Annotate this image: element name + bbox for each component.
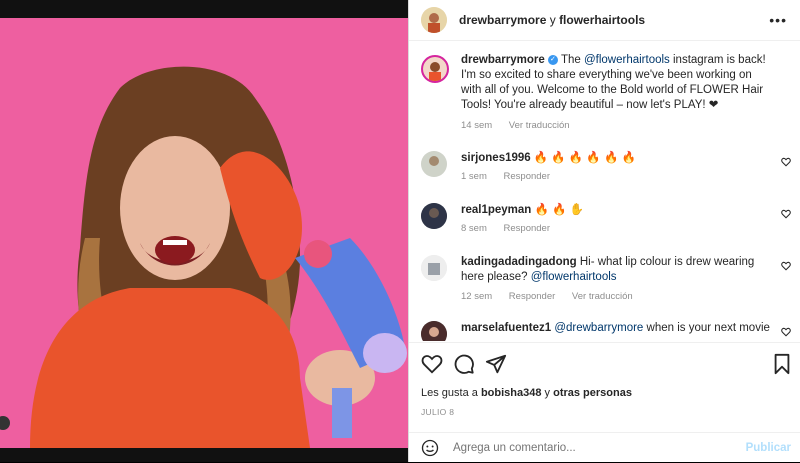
caption-text: drewbarrymore ✓ The @flowerhairtools ins…	[461, 53, 771, 113]
comment-meta: 8 sem Responder	[461, 223, 564, 234]
comment-reply[interactable]: Responder	[509, 291, 555, 302]
comment-text: real1peyman 🔥 🔥 ✋	[461, 203, 771, 218]
comment-text: marselafuentez1 @drewbarrymore when is y…	[461, 321, 771, 336]
post-photo[interactable]	[0, 0, 408, 462]
comment-body: 🔥 🔥 ✋	[534, 204, 584, 216]
header-avatar[interactable]	[421, 7, 447, 33]
comment-avatar[interactable]	[421, 151, 447, 177]
header-title: drewbarrymore y flowerhairtools	[459, 13, 645, 27]
like-comment-icon[interactable]	[781, 327, 791, 337]
caption-mention[interactable]: @flowerhairtools	[584, 54, 670, 66]
comment-age[interactable]: 12 sem	[461, 291, 492, 302]
comment-item: real1peyman 🔥 🔥 ✋ 8 sem Responder	[409, 201, 800, 241]
like-comment-icon[interactable]	[781, 157, 791, 167]
comment-input[interactable]	[453, 442, 713, 454]
comment-meta: 12 sem Responder Ver traducción	[461, 291, 647, 302]
comment-text: kadingadadingadong Hi- what lip colour i…	[461, 255, 771, 285]
comment-avatar[interactable]	[421, 203, 447, 229]
comment-username[interactable]: sirjones1996	[461, 152, 531, 164]
comment-reply[interactable]: Responder	[504, 223, 550, 234]
like-heart-icon[interactable]	[421, 353, 443, 375]
post-button[interactable]: Publicar	[746, 442, 791, 454]
comments-list[interactable]: drewbarrymore ✓ The @flowerhairtools ins…	[409, 41, 800, 341]
comment-meta: 1 sem Responder	[461, 171, 564, 182]
comment-body: when is your next movie	[646, 322, 770, 334]
comment-translate[interactable]: Ver traducción	[572, 291, 633, 302]
more-options-icon[interactable]: •••	[769, 12, 787, 28]
portrait-illustration	[30, 66, 407, 448]
verified-icon: ✓	[547, 54, 558, 65]
header-joiner: y	[549, 13, 556, 27]
header-user1[interactable]: drewbarrymore	[459, 13, 546, 27]
caption-meta: 14 sem Ver traducción	[461, 120, 584, 131]
post-actions: Les gusta a bobisha348 y otras personas …	[409, 342, 800, 433]
header-user2[interactable]: flowerhairtools	[559, 13, 645, 27]
likes-mid: y	[544, 387, 551, 399]
comment-mention[interactable]: @drewbarrymore	[554, 322, 643, 334]
comment-item: sirjones1996 🔥 🔥 🔥 🔥 🔥 🔥 1 sem Responder	[409, 149, 800, 189]
comment-avatar[interactable]	[421, 321, 447, 341]
comment-age[interactable]: 8 sem	[461, 223, 487, 234]
comment-text: sirjones1996 🔥 🔥 🔥 🔥 🔥 🔥	[461, 151, 771, 166]
comment-reply[interactable]: Responder	[504, 171, 550, 182]
like-comment-icon[interactable]	[781, 261, 791, 271]
comment-age[interactable]: 1 sem	[461, 171, 487, 182]
caption: drewbarrymore ✓ The @flowerhairtools ins…	[409, 53, 800, 143]
likes-prefix: Les gusta a	[421, 387, 478, 399]
comment-avatar[interactable]	[421, 255, 447, 281]
comment-body: 🔥 🔥 🔥 🔥 🔥 🔥	[533, 152, 636, 164]
caption-avatar[interactable]	[421, 55, 449, 83]
comment-username[interactable]: kadingadadingadong	[461, 256, 577, 268]
like-comment-icon[interactable]	[781, 209, 791, 219]
comment-bubble-icon[interactable]	[453, 353, 475, 375]
comment-username[interactable]: marselafuentez1	[461, 322, 551, 334]
caption-age[interactable]: 14 sem	[461, 120, 492, 131]
comment-item: kadingadadingadong Hi- what lip colour i…	[409, 253, 800, 311]
likes-others[interactable]: otras personas	[553, 387, 632, 399]
caption-text-pre: The	[560, 54, 581, 66]
photo-background	[0, 18, 408, 448]
comment-mention[interactable]: @flowerhairtools	[531, 271, 617, 283]
emoji-icon[interactable]	[421, 439, 439, 457]
post-date[interactable]: JULIO 8	[421, 407, 454, 417]
caption-translate[interactable]: Ver traducción	[509, 120, 570, 131]
share-send-icon[interactable]	[485, 353, 507, 375]
comment-item: marselafuentez1 @drewbarrymore when is y…	[409, 319, 800, 341]
caption-username[interactable]: drewbarrymore	[461, 54, 545, 66]
comment-username[interactable]: real1peyman	[461, 204, 531, 216]
post-details-panel: drewbarrymore y flowerhairtools ••• drew…	[408, 0, 800, 462]
bookmark-icon[interactable]	[771, 353, 793, 375]
likes-summary: Les gusta a bobisha348 y otras personas	[421, 387, 632, 399]
post-header: drewbarrymore y flowerhairtools •••	[409, 0, 800, 41]
likes-user[interactable]: bobisha348	[481, 387, 542, 399]
add-comment-bar: Publicar	[409, 432, 800, 463]
